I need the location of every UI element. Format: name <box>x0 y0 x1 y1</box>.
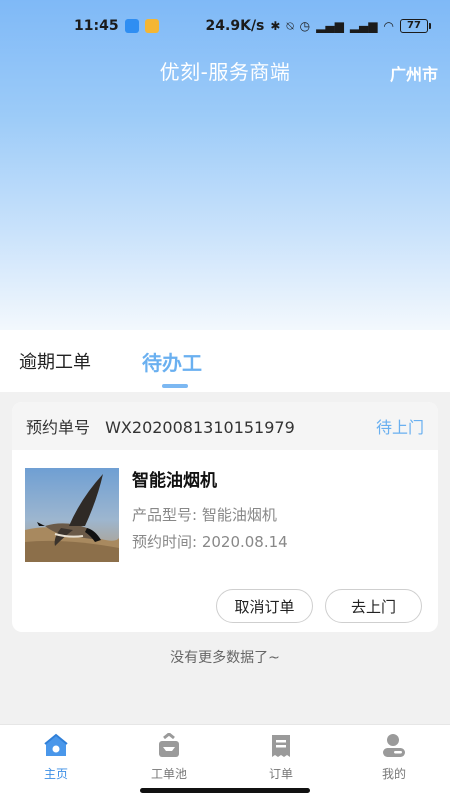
city-selector[interactable]: 广州市 <box>390 61 438 85</box>
go-onsite-button[interactable]: 去上门 <box>325 589 422 623</box>
tab-bar: 逾期工单 待办工 <box>0 330 450 392</box>
nav-mine-label: 我的 <box>381 767 406 781</box>
wifi-icon: ◠ <box>383 19 394 33</box>
battery-icon: 77 <box>400 19 431 33</box>
product-model: 产品型号: 智能油烟机 <box>132 506 277 524</box>
no-more-data-text: 没有更多数据了~ <box>170 650 280 666</box>
home-indicator[interactable] <box>140 788 310 793</box>
status-time: 11:45 <box>74 18 119 34</box>
nav-orders-label: 订单 <box>268 767 293 781</box>
order-status-badge: 待上门 <box>375 418 424 437</box>
status-bar: 11:45 24.9K/s ✱ ⍉ ◷ ▂▄▆ ▂▄▆ ◠ 77 <box>0 0 450 52</box>
status-right: 24.9K/s ✱ ⍉ ◷ ▂▄▆ ▂▄▆ ◠ 77 <box>205 18 431 34</box>
order-card-header: 预约单号 WX2020081310151979 待上门 <box>12 402 438 450</box>
mute-icon: ⍉ <box>286 18 294 33</box>
inbox-icon <box>159 733 179 757</box>
nav-home-label: 主页 <box>43 767 68 781</box>
nav-work-order-pool[interactable]: 工单池 <box>129 733 209 782</box>
receipt-icon <box>272 735 290 757</box>
status-left: 11:45 <box>74 18 159 34</box>
bird-photo-icon <box>25 468 119 562</box>
bluetooth-icon: ✱ <box>270 19 281 33</box>
signal-icon: ▂▄▆ <box>316 19 344 33</box>
network-speed: 24.9K/s <box>205 18 265 34</box>
cancel-order-button[interactable]: 取消订单 <box>216 589 313 623</box>
nav-home[interactable]: 主页 <box>16 733 96 782</box>
order-number: WX2020081310151979 <box>105 418 295 437</box>
tab-overdue-orders[interactable]: 逾期工单 <box>19 348 91 374</box>
tab-pending-orders[interactable]: 待办工 <box>142 347 202 376</box>
nav-work-order-pool-label: 工单池 <box>150 767 187 781</box>
active-tab-indicator <box>162 384 188 388</box>
nav-mine[interactable]: 我的 <box>354 733 434 782</box>
mail-app-icon <box>144 19 159 33</box>
appointment-time: 预约时间: 2020.08.14 <box>132 533 288 551</box>
nav-orders[interactable]: 订单 <box>241 733 321 782</box>
product-image <box>25 468 119 562</box>
order-number-label: 预约单号 <box>26 418 91 437</box>
order-card[interactable]: 预约单号 WX2020081310151979 待上门 智能油烟机 产品型号: … <box>12 402 438 632</box>
profile-icon <box>383 734 405 757</box>
alarm-icon: ◷ <box>299 19 311 33</box>
signal-icon: ▂▄▆ <box>349 19 378 33</box>
order-number-group: 预约单号 WX2020081310151979 <box>26 414 295 438</box>
product-name: 智能油烟机 <box>132 471 217 491</box>
cloud-app-icon <box>124 19 139 33</box>
page-title: 优刻-服务商端 <box>159 60 291 84</box>
home-icon <box>44 733 68 756</box>
